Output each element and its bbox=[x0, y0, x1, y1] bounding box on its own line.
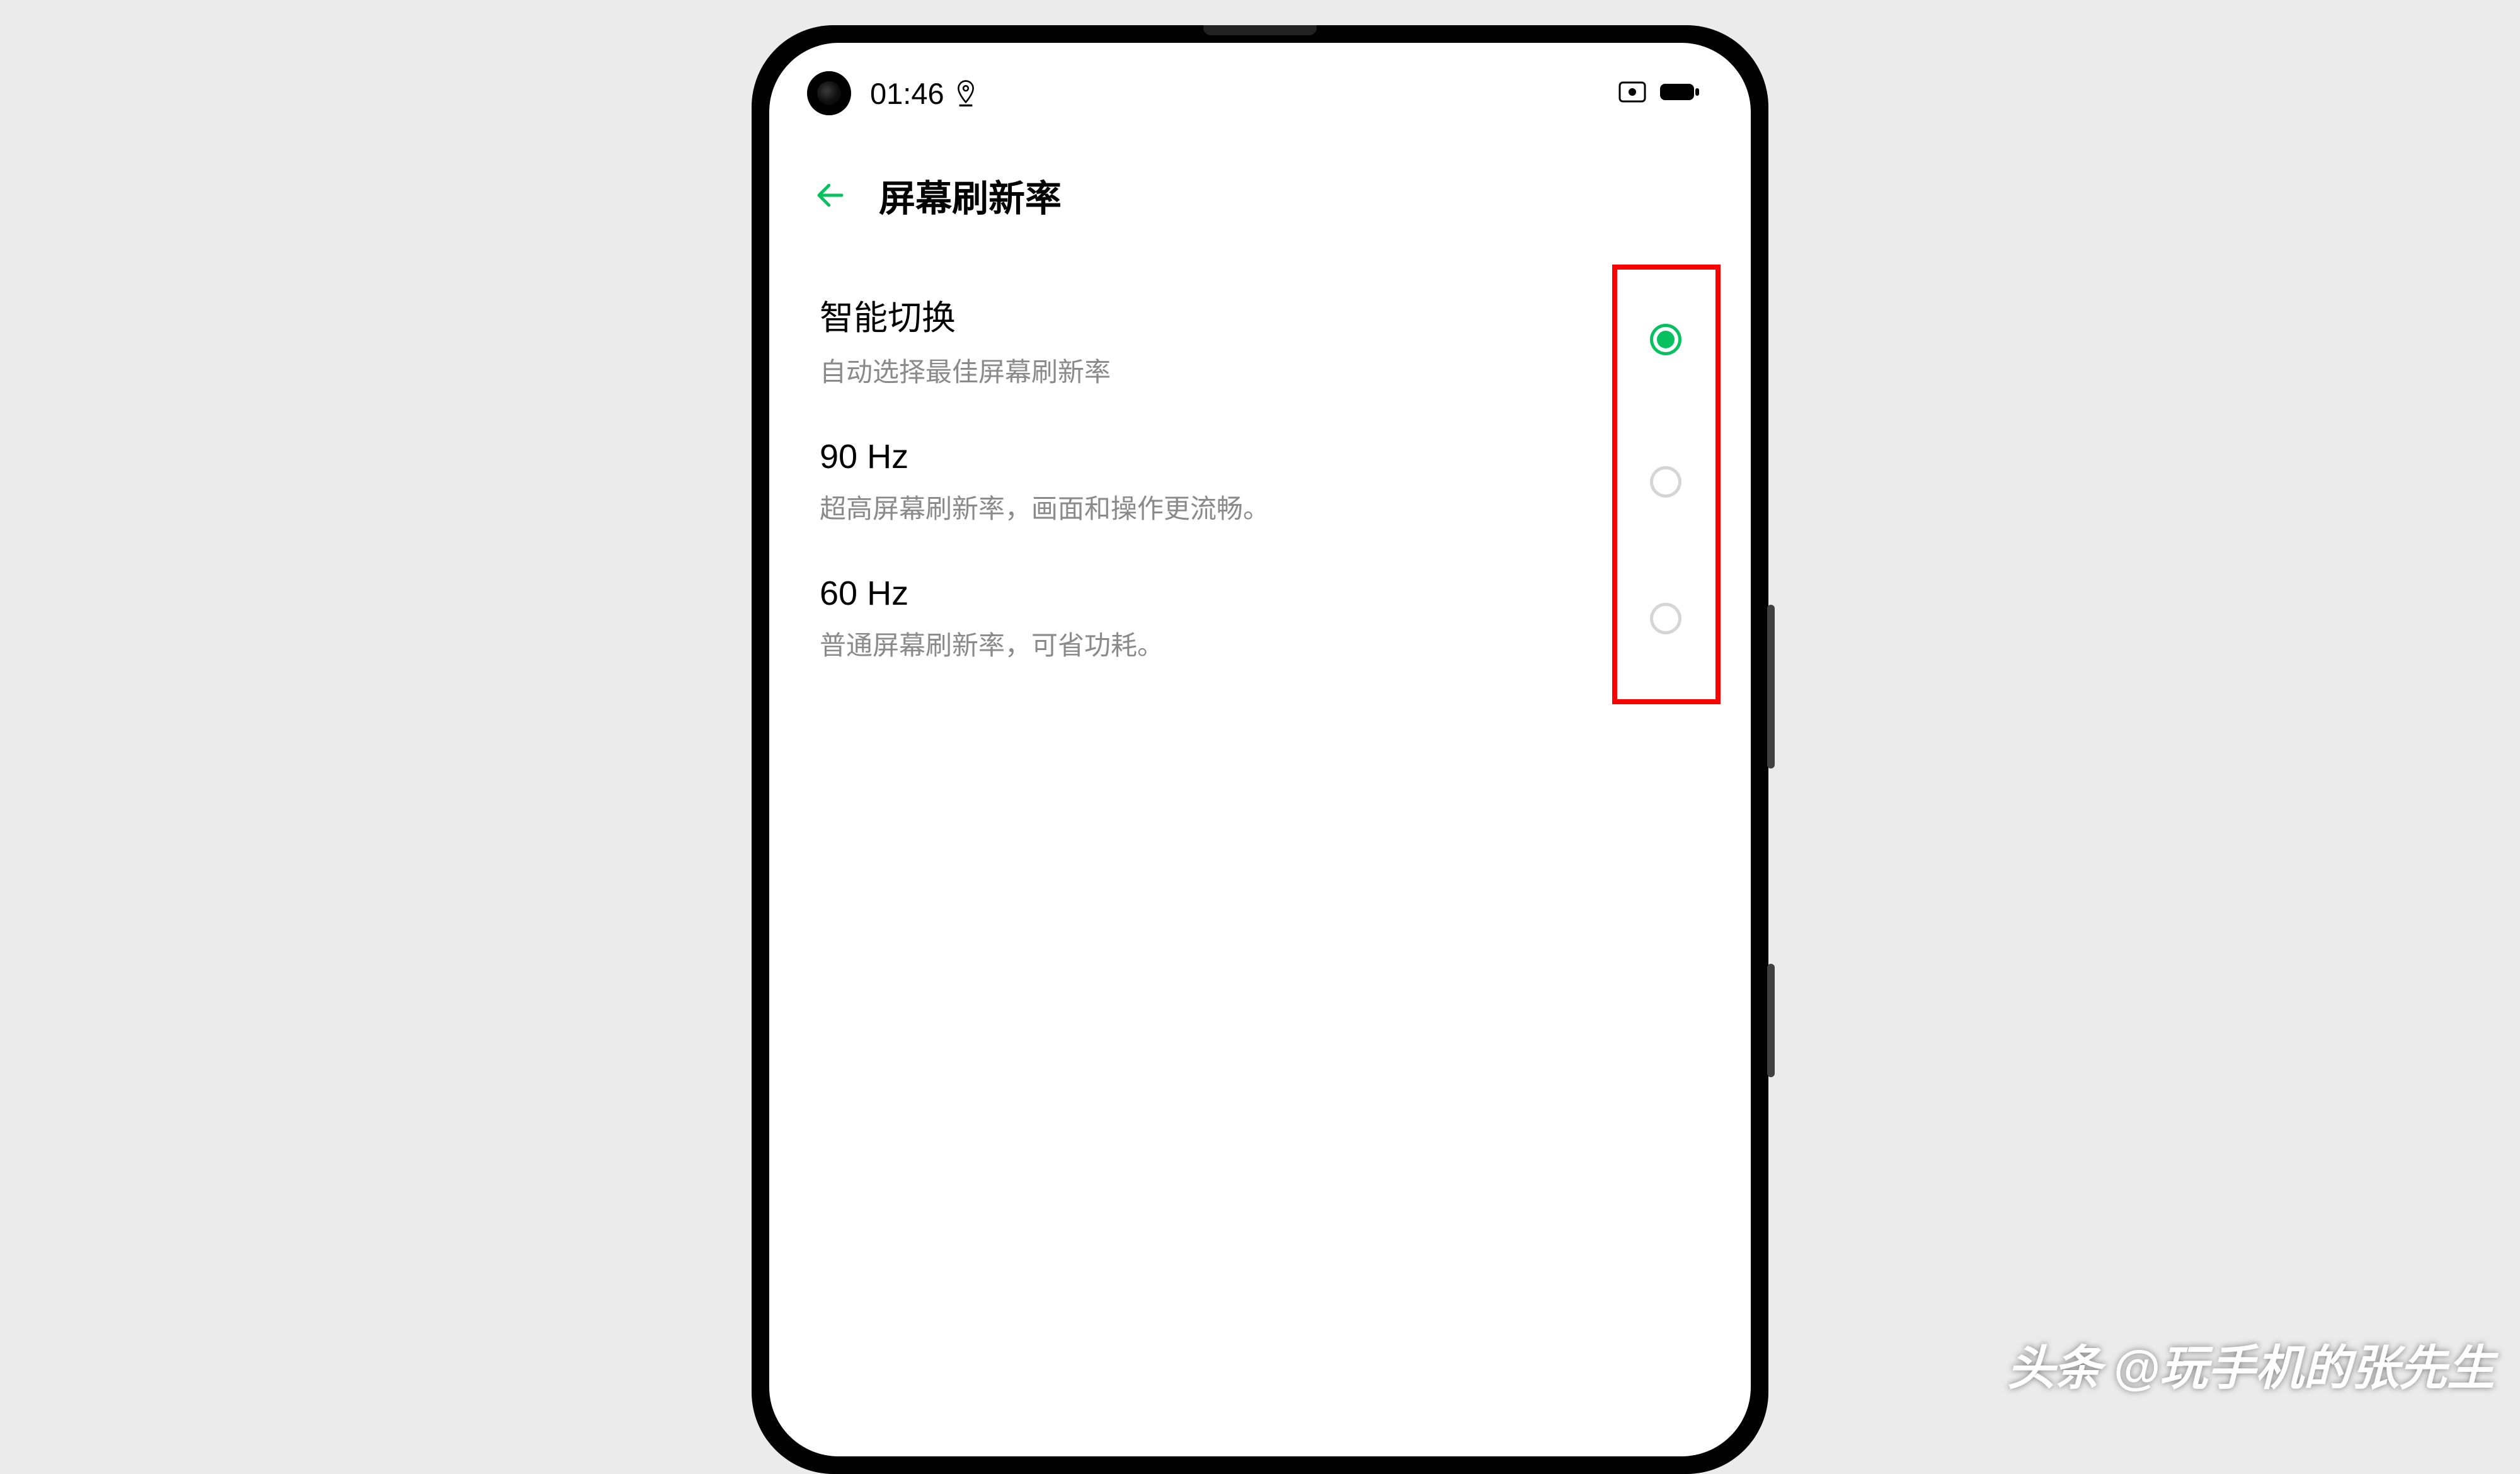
phone-side-button-upper bbox=[1767, 605, 1775, 768]
option-title: 60 Hz bbox=[820, 574, 1650, 613]
status-bar: 01:46 bbox=[769, 43, 1751, 131]
option-description: 普通屏幕刷新率，可省功耗。 bbox=[820, 624, 1650, 663]
option-text-group: 60 Hz 普通屏幕刷新率，可省功耗。 bbox=[820, 574, 1650, 663]
options-list: 智能切换 自动选择最佳屏幕刷新率 90 Hz 超高屏幕刷新率，画面和操作更流畅。… bbox=[769, 253, 1751, 699]
watermark-handle: @玩手机的张先生 bbox=[2113, 1329, 2495, 1398]
camera-punch-hole bbox=[807, 71, 851, 115]
radio-button[interactable] bbox=[1650, 466, 1681, 498]
option-90hz[interactable]: 90 Hz 超高屏幕刷新率，画面和操作更流畅。 bbox=[807, 413, 1713, 550]
screen-record-icon bbox=[1618, 81, 1646, 106]
watermark: 头条 @玩手机的张先生 bbox=[2007, 1329, 2495, 1398]
radio-button-selected[interactable] bbox=[1650, 324, 1681, 355]
radio-dot-icon bbox=[1657, 331, 1675, 348]
nav-header: 屏幕刷新率 bbox=[769, 131, 1751, 253]
status-right-group bbox=[1618, 81, 1700, 106]
option-title: 智能切换 bbox=[820, 290, 1650, 340]
battery-icon bbox=[1659, 81, 1700, 106]
option-description: 自动选择最佳屏幕刷新率 bbox=[820, 351, 1650, 389]
camera-lens bbox=[817, 81, 841, 105]
phone-speaker bbox=[1203, 25, 1317, 35]
option-text-group: 智能切换 自动选择最佳屏幕刷新率 bbox=[820, 290, 1650, 389]
watermark-brand: 头条 bbox=[2007, 1329, 2100, 1398]
option-60hz[interactable]: 60 Hz 普通屏幕刷新率，可省功耗。 bbox=[807, 550, 1713, 687]
phone-device-frame: 01:46 bbox=[752, 25, 1768, 1474]
page-title: 屏幕刷新率 bbox=[879, 169, 1062, 222]
back-button[interactable] bbox=[813, 178, 847, 212]
option-description: 超高屏幕刷新率，画面和操作更流畅。 bbox=[820, 488, 1650, 526]
location-icon bbox=[956, 79, 976, 107]
phone-side-button-lower bbox=[1767, 964, 1775, 1077]
phone-screen: 01:46 bbox=[769, 43, 1751, 1456]
option-smart-switch[interactable]: 智能切换 自动选择最佳屏幕刷新率 bbox=[807, 266, 1713, 413]
status-time: 01:46 bbox=[870, 76, 944, 111]
option-title: 90 Hz bbox=[820, 437, 1650, 476]
radio-button[interactable] bbox=[1650, 603, 1681, 634]
option-text-group: 90 Hz 超高屏幕刷新率，画面和操作更流畅。 bbox=[820, 437, 1650, 526]
